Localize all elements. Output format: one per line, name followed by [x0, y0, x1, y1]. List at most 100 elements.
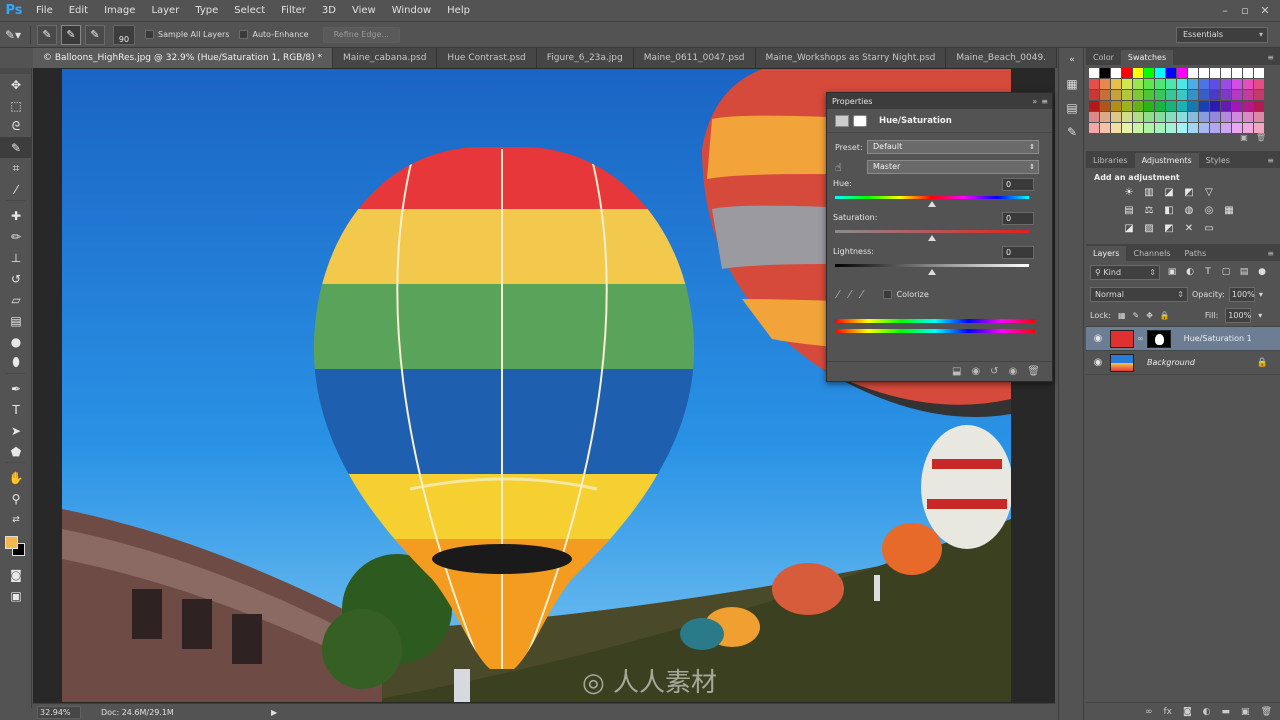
swatch[interactable]	[1166, 101, 1176, 111]
swatch[interactable]	[1089, 68, 1099, 78]
panel-menu-icon[interactable]: ≡	[1041, 97, 1048, 106]
swatch[interactable]	[1155, 101, 1165, 111]
quick-mask-icon[interactable]: ◙	[0, 564, 32, 585]
hand-tool-icon[interactable]: ✋	[0, 467, 32, 488]
swatch[interactable]	[1133, 112, 1143, 122]
swatch[interactable]	[1210, 90, 1220, 100]
swatch[interactable]	[1144, 112, 1154, 122]
add-to-selection-brush-icon[interactable]: ✎	[61, 24, 81, 45]
swatch[interactable]	[1166, 79, 1176, 89]
swatch[interactable]	[1210, 112, 1220, 122]
eyedropper-minus-icon[interactable]: ⁄	[861, 288, 863, 301]
swatch[interactable]	[1177, 68, 1187, 78]
swatch[interactable]	[1155, 112, 1165, 122]
saturation-slider-thumb[interactable]	[928, 235, 936, 241]
swatch[interactable]	[1232, 112, 1242, 122]
checkbox-box[interactable]	[145, 30, 154, 39]
collapse-panel-icon[interactable]: »	[1032, 97, 1037, 106]
adjustment-layer-icon[interactable]	[835, 114, 849, 127]
swatch[interactable]	[1243, 101, 1253, 111]
smart-object-filter-icon[interactable]: ▤	[1238, 266, 1250, 278]
eyedropper-tool-icon[interactable]: ⁄	[0, 179, 32, 200]
swatch[interactable]	[1144, 90, 1154, 100]
opacity-field[interactable]: 100%	[1228, 286, 1255, 302]
lasso-tool-icon[interactable]: ᘓ	[0, 116, 32, 137]
swatch[interactable]	[1122, 68, 1132, 78]
preset-dropdown[interactable]: Default ⇕	[867, 140, 1039, 154]
layer-hue-saturation-1[interactable]: ◉ ∞ Hue/Saturation 1	[1086, 327, 1280, 351]
swatch[interactable]	[1232, 123, 1242, 133]
saturation-slider-track[interactable]	[835, 230, 1029, 233]
color-lookup-icon[interactable]: ▦	[1222, 205, 1236, 217]
brush-panel-icon[interactable]: ✎	[1059, 120, 1085, 144]
dodge-tool-icon[interactable]: ⬮	[0, 352, 32, 373]
layer-background[interactable]: ◉ Background 🔒	[1086, 351, 1280, 375]
tab-maine-workshops[interactable]: Maine_Workshops as Starry Night.psd	[755, 48, 947, 68]
visibility-eye-icon[interactable]: ◉	[1009, 366, 1018, 377]
filter-toggle-icon[interactable]: ●	[1256, 266, 1268, 278]
swatch[interactable]	[1221, 101, 1231, 111]
swatch[interactable]	[1232, 68, 1242, 78]
swatch[interactable]	[1199, 101, 1209, 111]
lock-all-icon[interactable]: 🔒	[1160, 311, 1170, 320]
swatch[interactable]	[1100, 123, 1110, 133]
swatch[interactable]	[1089, 79, 1099, 89]
hue-slider-track[interactable]	[835, 196, 1029, 199]
swatch[interactable]	[1111, 68, 1121, 78]
menu-filter[interactable]: Filter	[273, 0, 314, 22]
path-selection-tool-icon[interactable]: ➤	[0, 420, 32, 441]
swatch[interactable]	[1111, 79, 1121, 89]
swatch[interactable]	[1100, 101, 1110, 111]
tab-swatches[interactable]: Swatches	[1120, 50, 1174, 65]
swatch[interactable]	[1188, 112, 1198, 122]
swatch[interactable]	[1111, 90, 1121, 100]
swatch[interactable]	[1221, 79, 1231, 89]
swatch[interactable]	[1133, 79, 1143, 89]
status-menu-arrow-icon[interactable]: ▶	[271, 708, 277, 717]
eraser-tool-icon[interactable]: ▱	[0, 289, 32, 310]
swatch[interactable]	[1210, 123, 1220, 133]
swatch[interactable]	[1155, 123, 1165, 133]
quick-selection-tool-icon[interactable]: ✎	[0, 137, 32, 158]
swatch[interactable]	[1155, 90, 1165, 100]
menu-image[interactable]: Image	[96, 0, 143, 22]
panel-menu-icon[interactable]: ≡	[1267, 246, 1280, 261]
channel-mixer-icon[interactable]: ◎	[1202, 205, 1216, 217]
layer-kind-filter[interactable]: ⚲ Kind ⇕	[1090, 264, 1160, 280]
colorize-checkbox[interactable]: Colorize	[882, 289, 929, 299]
invert-icon[interactable]: ◪	[1122, 223, 1136, 235]
properties-panel-header[interactable]: Properties » ≡	[827, 93, 1052, 109]
swatch[interactable]	[1122, 101, 1132, 111]
swatch[interactable]	[1232, 101, 1242, 111]
swatch[interactable]	[1199, 90, 1209, 100]
menu-window[interactable]: Window	[384, 0, 439, 22]
tab-channels[interactable]: Channels	[1126, 246, 1177, 261]
swatch[interactable]	[1243, 68, 1253, 78]
vibrance-icon[interactable]: ▽	[1202, 187, 1216, 199]
swatch[interactable]	[1177, 101, 1187, 111]
layer-name[interactable]: Hue/Saturation 1	[1184, 334, 1252, 343]
swatch[interactable]	[1111, 123, 1121, 133]
trash-icon[interactable]: 🗑	[1027, 366, 1040, 377]
healing-brush-tool-icon[interactable]: ✚	[0, 205, 32, 226]
tab-maine-0611-0047[interactable]: Maine_0611_0047.psd	[633, 48, 756, 68]
swatch[interactable]	[1122, 90, 1132, 100]
layer-mask-thumbnail[interactable]	[1146, 329, 1171, 348]
swatch[interactable]	[1133, 90, 1143, 100]
swatch[interactable]	[1210, 79, 1220, 89]
foreground-color-swatch[interactable]	[5, 536, 18, 549]
auto-enhance-checkbox[interactable]: Auto-Enhance	[239, 30, 309, 39]
brightness-contrast-icon[interactable]: ☀	[1122, 187, 1136, 199]
swatch[interactable]	[1100, 79, 1110, 89]
eyedropper-icon[interactable]: ⁄	[837, 288, 839, 301]
saturation-value-field[interactable]: 0	[1002, 212, 1034, 225]
lightness-slider-thumb[interactable]	[928, 269, 936, 275]
close-icon[interactable]: ✕	[1258, 4, 1272, 17]
swatch[interactable]	[1243, 112, 1253, 122]
swatch[interactable]	[1100, 90, 1110, 100]
menu-edit[interactable]: Edit	[61, 0, 96, 22]
threshold-icon[interactable]: ◩	[1162, 223, 1176, 235]
lock-pixels-icon[interactable]: ✎	[1133, 311, 1140, 320]
subtract-from-selection-brush-icon[interactable]: ✎	[85, 24, 105, 45]
fill-field[interactable]: 100%	[1225, 308, 1252, 323]
